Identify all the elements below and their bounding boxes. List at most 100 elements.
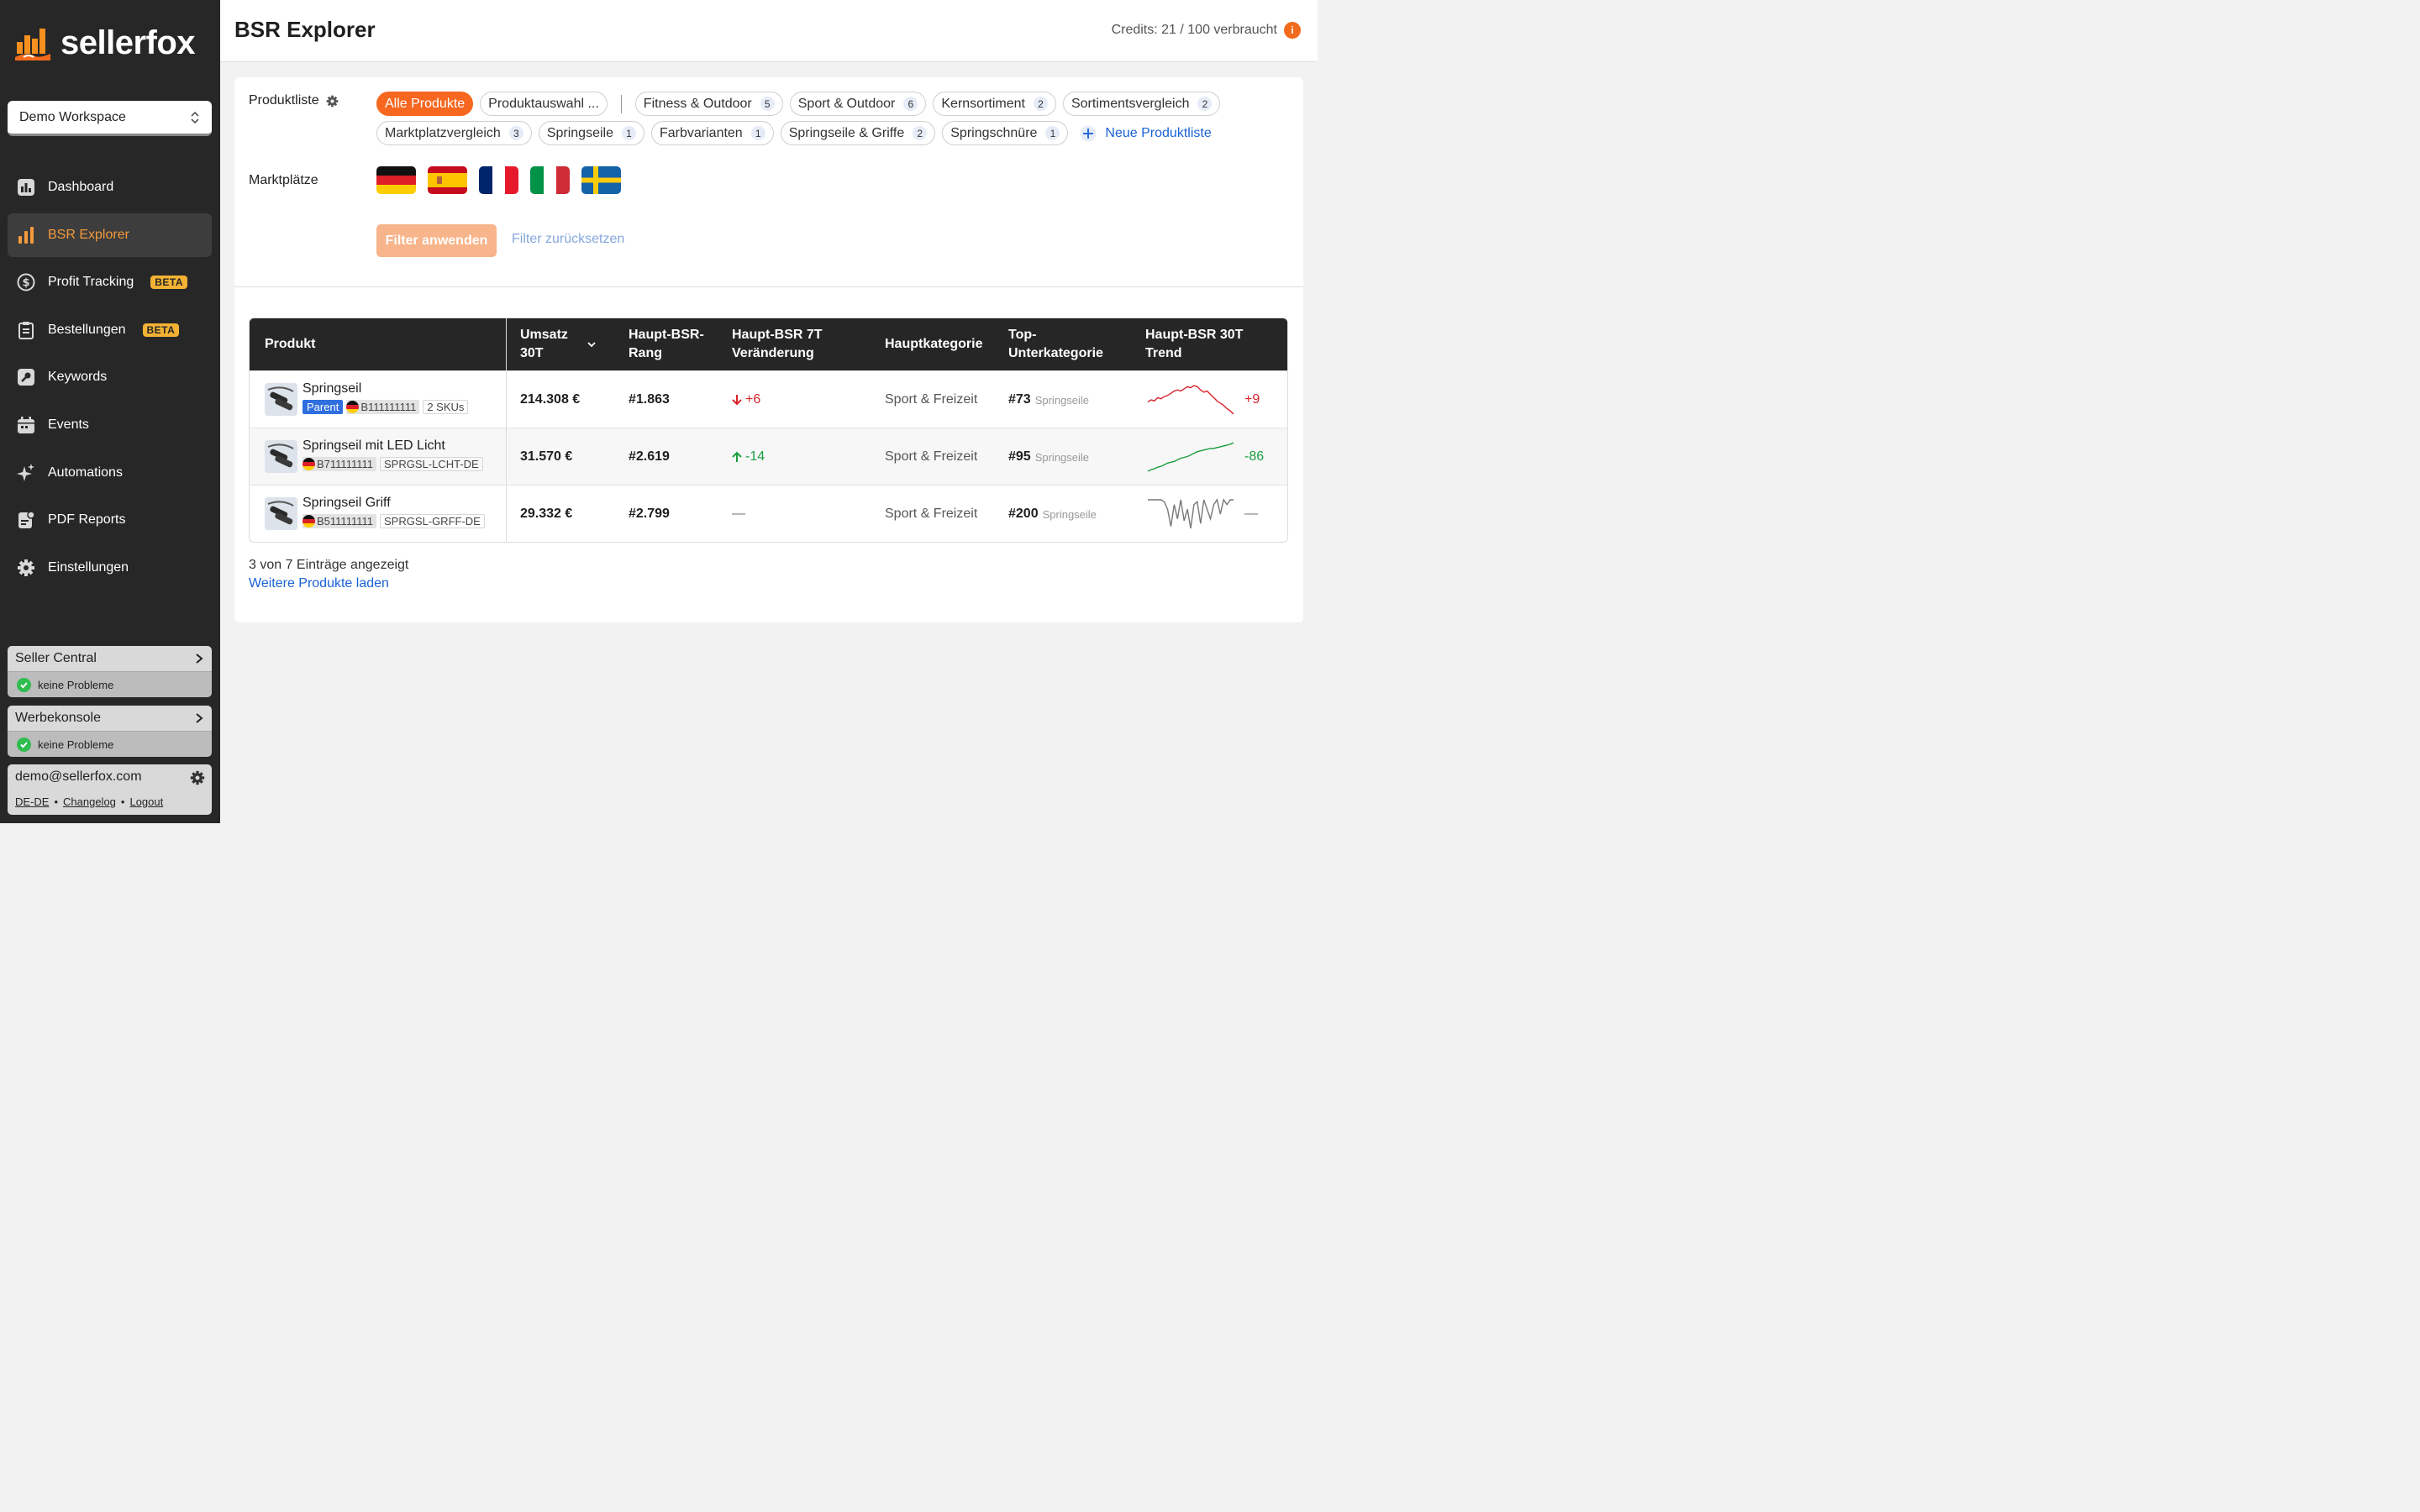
entries-count: 3 von 7 Einträge angezeigt: [249, 558, 409, 572]
nav-item-events[interactable]: Events: [8, 403, 212, 447]
product-name[interactable]: Springseil Griff: [302, 496, 391, 511]
flag-de-icon: [302, 515, 315, 528]
chip-list[interactable]: Marktplatzvergleich 3: [376, 121, 532, 145]
trend-value: -86: [1244, 449, 1265, 464]
header-label: Haupt-BSR 7T: [732, 328, 823, 342]
header-label: Haupt-BSR-: [629, 328, 704, 342]
apply-filter-button[interactable]: Filter anwenden: [376, 224, 497, 257]
top-bar: BSR Explorer Credits: 21 / 100 verbrauch…: [220, 0, 1318, 62]
subcategory-cell: #73 Springseile: [1008, 371, 1089, 428]
chip-list[interactable]: Fitness & Outdoor 5: [634, 92, 783, 116]
th-change[interactable]: Haupt-BSR 7T Veränderung: [732, 318, 850, 370]
report-icon: [16, 510, 36, 530]
product-name[interactable]: Springseil mit LED Licht: [302, 438, 445, 454]
chevron-right-icon: [196, 654, 203, 664]
nav-item-dashboard[interactable]: Dashboard: [8, 165, 212, 209]
nav-item-keywords[interactable]: Keywords: [8, 355, 212, 399]
nav-item-bsr-explorer[interactable]: BSR Explorer: [8, 213, 212, 257]
chip-list[interactable]: Sortimentsvergleich 2: [1062, 92, 1221, 116]
workspace-select[interactable]: Demo Workspace: [8, 101, 212, 136]
status-header[interactable]: Werbekonsole: [8, 706, 212, 731]
subcategory-name: Springseile: [1034, 393, 1090, 407]
reset-filter-button[interactable]: Filter zurücksetzen: [512, 232, 624, 247]
credits-text: Credits: 21 / 100 verbraucht: [1111, 23, 1277, 37]
table-row[interactable]: Springseil mit LED Licht B711111111 SPRG…: [250, 428, 1287, 486]
flag-fr-icon[interactable]: [479, 166, 518, 194]
link-separator: •: [120, 795, 125, 808]
calendar-icon: [16, 415, 36, 435]
workspace-label: Demo Workspace: [19, 109, 126, 124]
revenue-cell: 31.570 €: [520, 449, 573, 464]
beta-badge: BETA: [150, 276, 188, 290]
load-more-link[interactable]: Weitere Produkte laden: [249, 576, 389, 591]
nav-item-automations[interactable]: Automations: [8, 451, 212, 495]
status-title: Seller Central: [15, 651, 97, 665]
chip-list[interactable]: Farbvarianten 1: [650, 121, 774, 145]
nav-item-bestellungen[interactable]: Bestellungen BETA: [8, 308, 212, 352]
product-list-chips: Alle Produkte Produktauswahl ... Fitness…: [376, 92, 1292, 145]
chip-list[interactable]: Springschnüre 1: [942, 121, 1069, 145]
chip-list[interactable]: Sport & Outdoor 6: [789, 92, 927, 116]
arrow-down-icon: [732, 395, 742, 406]
logout-link[interactable]: Logout: [129, 795, 163, 808]
table-header: Produkt Umsatz 30T Haupt-BSR- Rang Haupt…: [250, 318, 1287, 370]
subcategory-rank: #200: [1008, 507, 1039, 521]
chip-list[interactable]: Kernsortiment 2: [933, 92, 1056, 116]
chip-list[interactable]: Springseile & Griffe 2: [780, 121, 936, 145]
status-text: keine Probleme: [38, 678, 114, 691]
nav-item-profit-tracking[interactable]: $ Profit Tracking BETA: [8, 260, 212, 304]
status-seller-central[interactable]: Seller Central keine Probleme: [8, 646, 212, 697]
flag-se-icon[interactable]: [581, 166, 621, 194]
subcategory-name: Springseile: [1042, 507, 1097, 521]
chip-label: Springschnüre: [950, 125, 1038, 140]
flag-it-icon[interactable]: [530, 166, 570, 194]
chip-alle-produkte[interactable]: Alle Produkte: [376, 92, 474, 116]
user-settings-gear-icon[interactable]: [190, 770, 205, 790]
trend-value: +9: [1244, 392, 1260, 407]
chip-produktauswahl[interactable]: Produktauswahl ...: [480, 92, 608, 116]
info-icon[interactable]: i: [1284, 22, 1301, 39]
changelog-link[interactable]: Changelog: [63, 795, 116, 808]
svg-text:$: $: [22, 277, 29, 290]
gear-icon[interactable]: [326, 95, 339, 108]
nav-item-pdf-reports[interactable]: PDF Reports: [8, 498, 212, 542]
asin-text: B711111111: [317, 458, 373, 470]
new-product-list-button[interactable]: Neue Produktliste: [1080, 125, 1212, 142]
chip-count: 2: [1197, 97, 1213, 111]
header-label: Hauptkategorie: [885, 337, 983, 351]
trend-cell: -86: [1145, 428, 1264, 486]
table-row[interactable]: Springseil Griff B511111111 SPRGSL-GRFF-…: [250, 485, 1287, 542]
nav-label: Einstellungen: [48, 559, 129, 575]
chip-count: 3: [508, 126, 523, 140]
nav-label: Events: [48, 417, 89, 432]
status-header[interactable]: Seller Central: [8, 646, 212, 671]
th-subcategory[interactable]: Top- Unterkategorie: [1008, 318, 1126, 370]
table-row[interactable]: Springseil Parent B111111111 2 SKUs 214.…: [250, 370, 1287, 428]
product-name[interactable]: Springseil: [302, 381, 361, 396]
nav-item-einstellungen[interactable]: Einstellungen: [8, 546, 212, 590]
header-label: Rang: [629, 346, 662, 360]
product-list-label-text: Produktliste: [249, 93, 319, 108]
status-werbekonsole[interactable]: Werbekonsole keine Probleme: [8, 706, 212, 757]
th-trend[interactable]: Haupt-BSR 30T Trend: [1145, 318, 1263, 370]
new-list-label: Neue Produktliste: [1105, 125, 1212, 140]
marketplaces-label: Marktplätze: [249, 173, 318, 188]
th-rank[interactable]: Haupt-BSR- Rang: [629, 318, 713, 370]
sparkline-path: [1148, 498, 1234, 529]
chip-list[interactable]: Springseile 1: [538, 121, 644, 145]
change-cell: -14: [732, 428, 765, 486]
change-value: +6: [745, 392, 761, 407]
locale-link[interactable]: DE-DE: [15, 795, 49, 808]
sort-chevron-down-icon[interactable]: [587, 341, 596, 348]
main-content: BSR Explorer Credits: 21 / 100 verbrauch…: [220, 0, 1318, 823]
category-cell: Sport & Freizeit: [885, 507, 978, 521]
flag-de-icon[interactable]: [376, 166, 416, 194]
th-product[interactable]: Produkt: [265, 318, 315, 370]
flag-es-icon[interactable]: [428, 166, 467, 194]
brand-logo[interactable]: sellerfox: [13, 24, 196, 62]
marketplace-flags: [376, 166, 621, 194]
trend-cell: +9: [1145, 371, 1260, 428]
chip-label: Fitness & Outdoor: [643, 96, 752, 111]
sku-tag: SPRGSL-GRFF-DE: [380, 514, 485, 528]
th-category[interactable]: Hauptkategorie: [885, 318, 982, 370]
